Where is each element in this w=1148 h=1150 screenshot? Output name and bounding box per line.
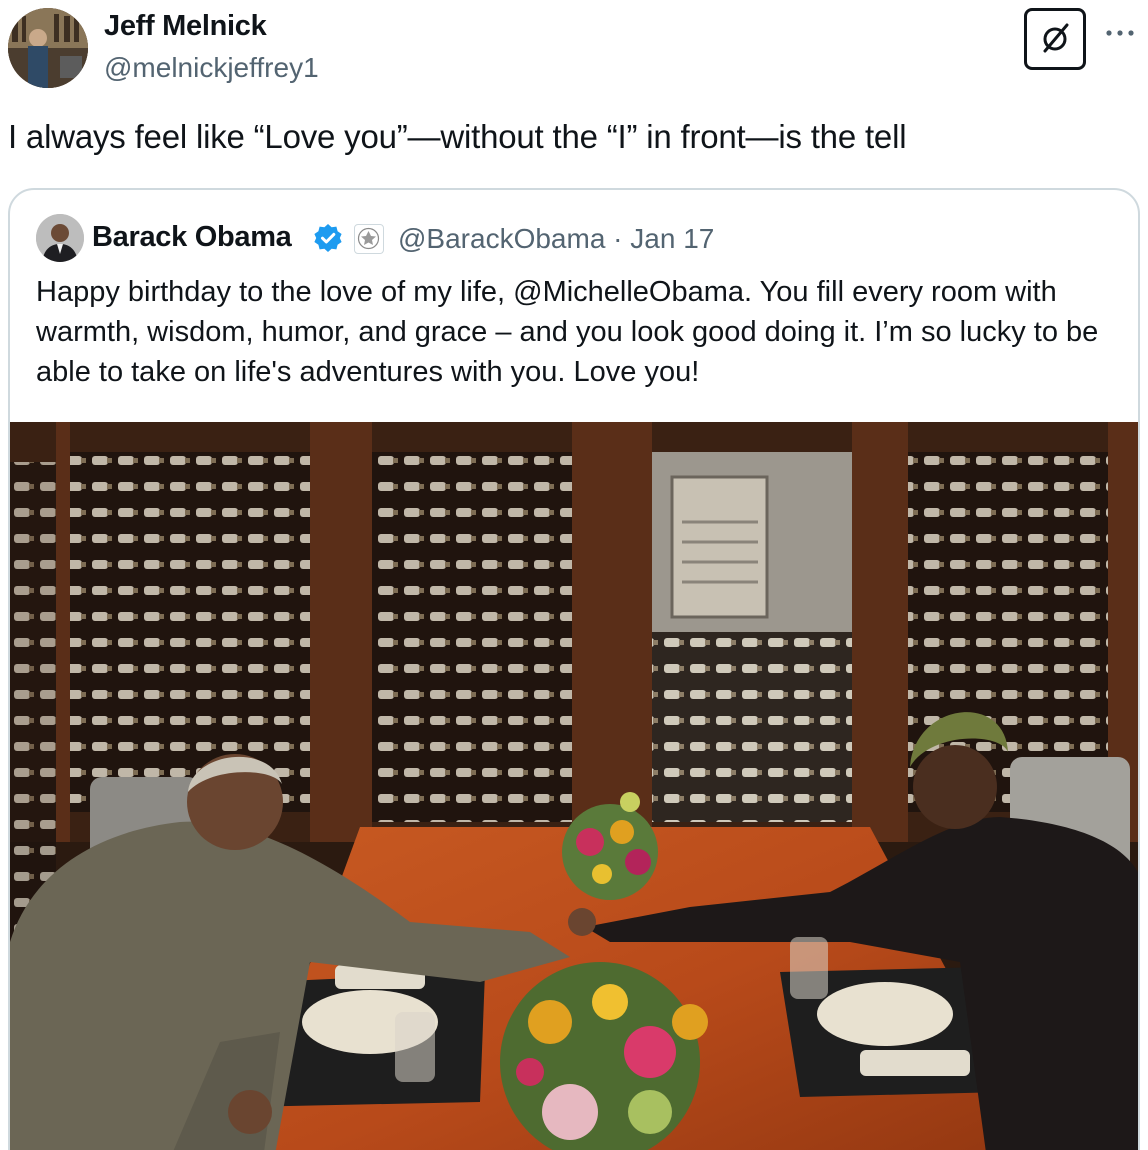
quoted-tweet[interactable]: Barack Obama @BarackObama · Jan 17 Happy… xyxy=(8,188,1140,1150)
slashed-circle-icon xyxy=(1043,23,1069,53)
more-dots-icon xyxy=(1106,30,1134,36)
bookshelf-portrait-image xyxy=(8,8,88,88)
quoted-meta: @BarackObama · Jan 17 xyxy=(398,223,714,255)
dinner-photo-image xyxy=(10,422,1138,1150)
verified-badge-icon xyxy=(314,224,342,252)
meta-separator: · xyxy=(613,223,623,254)
quoted-date[interactable]: Jan 17 xyxy=(630,223,714,254)
tweet-text: I always feel like “Love you”—without th… xyxy=(8,118,907,155)
quoted-author-handle[interactable]: @BarackObama xyxy=(398,223,605,254)
author-avatar[interactable] xyxy=(8,8,88,88)
quoted-author-avatar[interactable] xyxy=(36,214,84,262)
portrait-image xyxy=(36,214,84,262)
tweet: Jeff Melnick @melnickjeffrey1 I always f… xyxy=(0,0,1148,1150)
quoted-media-photo[interactable] xyxy=(10,422,1138,1150)
author-name[interactable]: Jeff Melnick xyxy=(104,10,267,43)
grok-button[interactable] xyxy=(1024,8,1086,70)
more-options-button[interactable] xyxy=(1100,18,1140,48)
author-handle[interactable]: @melnickjeffrey1 xyxy=(104,52,319,84)
presidential-seal-icon xyxy=(357,227,380,250)
affiliate-badge[interactable] xyxy=(354,224,384,254)
quoted-author-name[interactable]: Barack Obama xyxy=(92,221,292,254)
quoted-tweet-text: Happy birthday to the love of my life, @… xyxy=(36,276,1099,388)
